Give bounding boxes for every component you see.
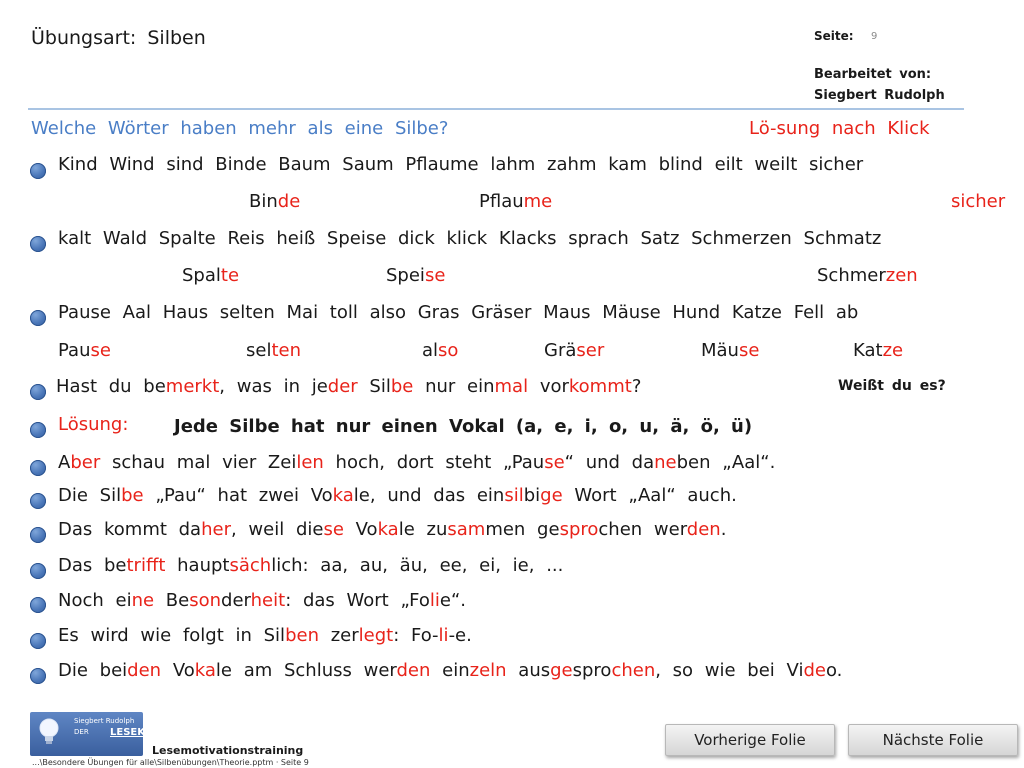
- next-slide-button[interactable]: Nächste Folie: [848, 724, 1018, 756]
- word-row-2: kalt Wald Spalte Reis heiß Speise dick k…: [58, 228, 882, 249]
- edited-by-label: Bearbeitet von:: [814, 67, 932, 82]
- logo-lesekoch: LESEKOCH: [110, 727, 143, 738]
- page-label: Seite:: [814, 29, 854, 43]
- previous-slide-button[interactable]: Vorherige Folie: [665, 724, 835, 756]
- solution-text: Jede Silbe hat nur einen Vokal (a, e, i,…: [174, 416, 753, 437]
- edited-by-name: Siegbert Rudolph: [814, 88, 945, 103]
- bullet-icon[interactable]: [30, 460, 46, 476]
- bullet-icon[interactable]: [30, 384, 46, 400]
- explanation-line-7: Die beiden Vokale am Schluss werden einz…: [58, 660, 843, 681]
- bullet-icon[interactable]: [30, 668, 46, 684]
- explanation-line-3: Das kommt daher, weil diese Vokale zusam…: [58, 519, 727, 540]
- bullet-icon[interactable]: [30, 527, 46, 543]
- footer-file-path: ...\Besondere Übungen für alle\Silbenübu…: [32, 758, 309, 767]
- bullet-icon[interactable]: [30, 597, 46, 613]
- answer-word: Binde: [249, 191, 301, 212]
- answer-word: Schmerzen: [817, 265, 918, 286]
- bullet-icon[interactable]: [30, 163, 46, 179]
- answer-word: selten: [246, 340, 301, 361]
- lightbulb-icon: [39, 718, 59, 744]
- question-text: Welche Wörter haben mehr als eine Silbe?: [31, 118, 449, 139]
- word-row-1: Kind Wind sind Binde Baum Saum Pflaume l…: [58, 154, 864, 175]
- explanation-line-4: Das betrifft hauptsächlich: aa, au, äu, …: [58, 555, 564, 576]
- page-number: 9: [871, 31, 878, 42]
- logo-der: DER: [74, 728, 89, 736]
- answer-word: Spalte: [182, 265, 240, 286]
- logo-author: Siegbert Rudolph: [74, 717, 135, 725]
- explanation-line-2: Die Silbe „Pau“ hat zwei Vokale, und das…: [58, 485, 737, 506]
- answer-word: sicher: [951, 191, 1006, 212]
- answer-word: Pause: [58, 340, 111, 361]
- solution-label: Lösung:: [58, 414, 129, 435]
- answer-word: Pflaume: [479, 191, 553, 212]
- bullet-icon[interactable]: [30, 493, 46, 509]
- answer-word: also: [422, 340, 459, 361]
- explanation-line-5: Noch eine Besonderheit: das Wort „Folie“…: [58, 590, 467, 611]
- header-divider: [28, 108, 964, 110]
- answer-word: Katze: [853, 340, 904, 361]
- bullet-icon[interactable]: [30, 422, 46, 438]
- answer-word: Mäuse: [701, 340, 760, 361]
- bullet-icon[interactable]: [30, 633, 46, 649]
- explanation-line-6: Es wird wie folgt in Silben zerlegt: Fo-…: [58, 625, 472, 646]
- bullet-icon[interactable]: [30, 310, 46, 326]
- lesekoch-logo: Siegbert Rudolph DER LESEKOCH: [30, 712, 143, 756]
- bullet-icon[interactable]: [30, 236, 46, 252]
- page-title: Übungsart: Silben: [31, 27, 206, 49]
- hint-sentence: Hast du bemerkt, was in jeder Silbe nur …: [56, 376, 642, 397]
- solution-click-hint[interactable]: Lö-sung nach Klick: [749, 118, 930, 139]
- explanation-line-1: Aber schau mal vier Zeilen hoch, dort st…: [58, 452, 776, 473]
- answer-word: Gräser: [544, 340, 605, 361]
- word-row-3: Pause Aal Haus selten Mai toll also Gras…: [58, 302, 859, 323]
- answer-word: Speise: [386, 265, 446, 286]
- bullet-icon[interactable]: [30, 563, 46, 579]
- footer-title: Lesemotivationstraining: [152, 744, 304, 757]
- question-know: Weißt du es?: [838, 378, 946, 394]
